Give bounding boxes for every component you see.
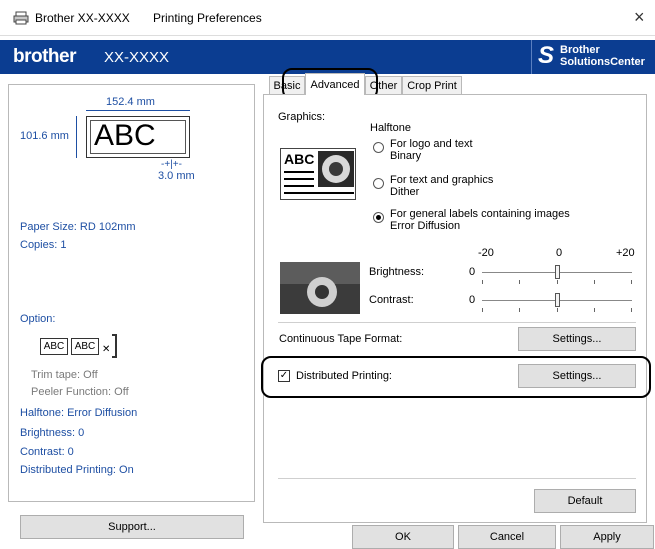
halftone-thumbnail: ABC	[280, 148, 356, 200]
continuous-tape-label: Continuous Tape Format:	[279, 333, 403, 345]
peeler-function: Peeler Function: Off	[31, 386, 129, 398]
thumbnail-text: ABC	[284, 151, 315, 167]
option-sample1: ABC	[40, 338, 68, 355]
sunflower-image	[318, 151, 354, 187]
height-dimension-line	[76, 116, 77, 158]
label-sample-text: ABC	[94, 119, 156, 152]
ok-button[interactable]: OK	[352, 525, 454, 549]
graphics-label: Graphics:	[278, 111, 326, 123]
brand-logo: brother	[13, 46, 77, 67]
printer-icon	[13, 11, 29, 25]
brightness-value: 0	[469, 266, 476, 278]
continuous-settings-button[interactable]: Settings...	[518, 327, 636, 351]
width-label: 152.4 mm	[106, 96, 155, 108]
radio-text-graphics[interactable]	[373, 178, 384, 189]
option-dither-label: Dither	[390, 186, 420, 198]
brightness-summary: Brightness: 0	[20, 427, 85, 439]
model-name: XX-XXXX	[104, 49, 170, 66]
tab-crop-print[interactable]: Crop Print	[402, 76, 462, 94]
default-button[interactable]: Default	[534, 489, 636, 513]
solutions-center-link[interactable]: S Brother SolutionsCenter	[531, 40, 655, 74]
margin-label: 3.0 mm	[158, 170, 195, 182]
option-error-diffusion-label: Error Diffusion	[390, 220, 461, 232]
width-dimension-line	[86, 110, 190, 111]
label-preview: 152.4 mm 101.6 mm ABC -+|+- 3.0 mm	[20, 92, 250, 187]
contrast-summary: Contrast: 0	[20, 446, 74, 458]
distributed-printing-highlight	[261, 356, 651, 398]
distributed-summary: Distributed Printing: On	[20, 464, 134, 476]
separator	[278, 478, 636, 479]
option-heading: Option:	[20, 313, 56, 325]
radio-general-labels[interactable]	[373, 212, 384, 223]
cut-icon: ✕	[102, 344, 111, 355]
peeler-icon	[112, 334, 117, 358]
brightness-thumb[interactable]	[555, 265, 560, 279]
halftone-summary: Halftone: Error Diffusion	[20, 407, 138, 419]
contrast-value: 0	[469, 294, 476, 306]
apply-button[interactable]: Apply	[560, 525, 654, 549]
option-general-labels-label: For general labels containing images	[390, 208, 570, 220]
support-button[interactable]: Support...	[20, 515, 244, 539]
trim-tape: Trim tape: Off	[31, 369, 98, 381]
option-text-graphics-label: For text and graphics	[390, 174, 494, 186]
option-logo-text-label: For logo and text	[390, 138, 473, 150]
cancel-button[interactable]: Cancel	[458, 525, 556, 549]
separator	[278, 322, 636, 323]
option-sample2: ABC	[71, 338, 99, 355]
brightness-label: Brightness:	[369, 266, 425, 278]
option-illustration: ABC ABC ✕	[40, 334, 135, 360]
solutions-line1: Brother	[560, 44, 600, 56]
copies: Copies: 1	[20, 239, 67, 251]
label-sample-box: ABC	[86, 116, 190, 158]
dialog-title: Printing Preferences	[153, 11, 262, 25]
paper-size: Paper Size: RD 102mm	[20, 221, 136, 233]
option-binary-label: Binary	[390, 150, 422, 162]
scale-mid: 0	[556, 247, 563, 259]
halftone-label: Halftone	[370, 122, 411, 134]
solutions-center-icon: S	[538, 42, 555, 69]
height-label: 101.6 mm	[20, 130, 69, 142]
scale-min: -20	[478, 247, 494, 259]
contrast-label: Contrast:	[369, 294, 414, 306]
tab-advanced[interactable]: Advanced	[305, 73, 365, 95]
adjustment-preview-image	[280, 262, 360, 314]
solutions-line2: SolutionsCenter	[560, 56, 645, 68]
margin-marker-icon: -+|+-	[161, 159, 182, 170]
scale-max: +20	[616, 247, 635, 259]
radio-logo-text[interactable]	[373, 142, 384, 153]
contrast-thumb[interactable]	[555, 293, 560, 307]
close-icon[interactable]: ×	[634, 7, 645, 28]
app-title: Brother XX-XXXX	[35, 11, 130, 25]
title-bar: Brother XX-XXXX Printing Preferences ×	[0, 0, 655, 36]
